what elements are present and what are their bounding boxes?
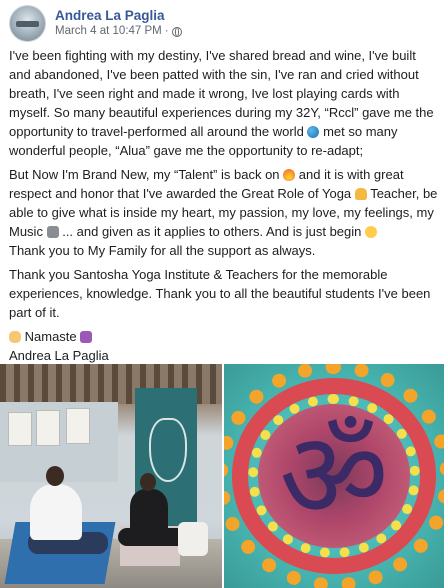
post-body: I've been fighting with my destiny, I've… bbox=[9, 46, 439, 379]
author-name[interactable]: Andrea La Paglia bbox=[55, 7, 182, 24]
anatomy-poster bbox=[8, 412, 32, 446]
seated-woman bbox=[130, 473, 168, 533]
white-bag bbox=[178, 522, 208, 556]
paragraph-text: ... and given as it applies to others. A… bbox=[62, 224, 362, 239]
star-struck-emoji-icon bbox=[365, 226, 378, 238]
paragraph-text: But Now I'm Brand New, my “Talent” is ba… bbox=[9, 167, 280, 182]
post-header: Andrea La Paglia March 4 at 10:47 PM · bbox=[9, 4, 182, 42]
post-meta: Andrea La Paglia March 4 at 10:47 PM · bbox=[55, 7, 182, 39]
folded-hands-emoji-icon bbox=[9, 331, 21, 343]
post-subline: March 4 at 10:47 PM · bbox=[55, 24, 182, 39]
facebook-post: Andrea La Paglia March 4 at 10:47 PM · I… bbox=[0, 0, 444, 588]
om-emoji-icon bbox=[80, 331, 93, 343]
fire-emoji-icon bbox=[283, 169, 296, 181]
signature-text: Andrea La Paglia bbox=[9, 348, 109, 363]
lotus-position-emoji-icon bbox=[354, 188, 367, 200]
anatomy-poster bbox=[36, 410, 60, 446]
globe-emoji-icon bbox=[307, 126, 320, 138]
namaste-text: Namaste bbox=[24, 329, 77, 344]
paragraph-text: Thank you to My Family for all the suppo… bbox=[9, 243, 316, 258]
post-paragraph: I've been fighting with my destiny, I've… bbox=[9, 46, 439, 160]
seated-man bbox=[30, 466, 82, 540]
post-photos: ॐ bbox=[0, 364, 444, 588]
meta-separator: · bbox=[164, 25, 169, 37]
paragraph-text: Thank you Santosha Yoga Institute & Teac… bbox=[9, 267, 431, 320]
post-paragraph: Thank you Santosha Yoga Institute & Teac… bbox=[9, 265, 439, 322]
post-timestamp[interactable]: March 4 at 10:47 PM bbox=[55, 24, 162, 39]
om-flower-mandala-photo[interactable]: ॐ bbox=[224, 364, 444, 588]
author-avatar[interactable] bbox=[9, 4, 46, 42]
anatomy-poster bbox=[66, 408, 90, 444]
post-closing: Namaste Andrea La Paglia bbox=[9, 327, 439, 365]
post-paragraph: But Now I'm Brand New, my “Talent” is ba… bbox=[9, 165, 439, 260]
globe-icon[interactable] bbox=[171, 26, 182, 37]
yoga-class-photo[interactable] bbox=[0, 364, 222, 588]
om-symbol-icon: ॐ bbox=[279, 407, 389, 546]
musical-score-emoji-icon bbox=[46, 226, 59, 238]
